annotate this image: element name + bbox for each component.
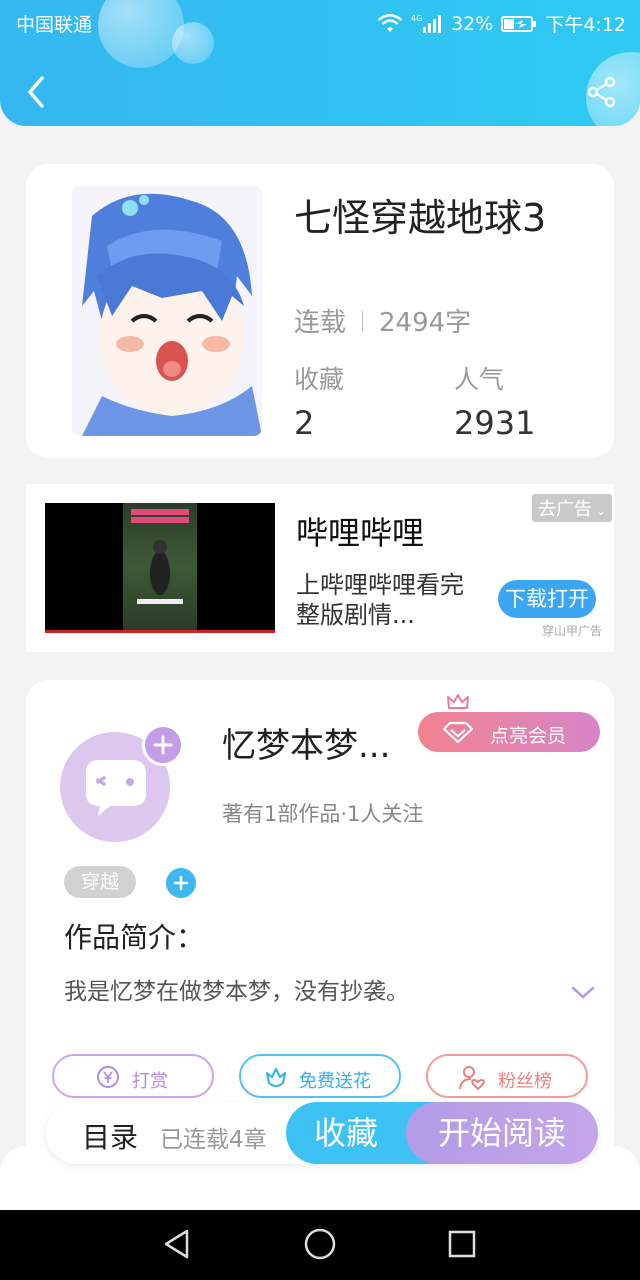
intro-heading: 作品简介：: [64, 921, 205, 954]
svg-text:4G: 4G: [411, 14, 422, 23]
nav-back-icon[interactable]: [162, 1228, 192, 1260]
diamond-icon: [442, 721, 474, 744]
serial-status: 连载: [294, 308, 347, 338]
system-navigation-bar: [0, 1210, 640, 1280]
plus-icon: [153, 735, 173, 755]
tip-label: 打赏: [132, 1071, 168, 1092]
word-count: 2494字: [379, 308, 472, 338]
tip-button[interactable]: 打赏: [52, 1054, 214, 1098]
share-icon: [587, 76, 616, 108]
signal-icon: 4G: [411, 13, 443, 35]
chevron-down-icon: ⌄: [592, 504, 606, 518]
crown-icon: [447, 694, 469, 709]
book-status-line: 连载 2494字: [294, 302, 471, 339]
battery-percent: 32%: [451, 12, 494, 35]
author-name[interactable]: 忆梦本梦...: [222, 718, 390, 767]
chevron-down-icon[interactable]: [570, 984, 596, 1002]
remove-ad-label: 去广告: [538, 499, 592, 520]
status-bar: 中国联通 4G 32% 下午4:12: [0, 0, 640, 44]
vip-label: 点亮会员: [490, 725, 567, 747]
follow-author-button[interactable]: [142, 724, 184, 766]
ad-video-scene: [123, 503, 197, 631]
favorite-label: 收藏: [313, 1114, 378, 1152]
ad-title: 哔哩哔哩: [296, 514, 425, 552]
toc-status: 已连载4章: [160, 1127, 267, 1153]
ad-banner[interactable]: 哔哩哔哩 上哔哩哔哩看完整版剧情... 去广告 ⌄ 下载打开 穿山甲广告: [26, 484, 614, 652]
favorites-label: 收藏: [294, 365, 345, 394]
flower-icon: [266, 1068, 286, 1087]
ad-description: 上哔哩哔哩看完整版剧情...: [296, 571, 464, 629]
ad-download-button[interactable]: 下载打开: [498, 580, 596, 618]
nav-home-icon[interactable]: [303, 1227, 337, 1261]
cover-illustration: [72, 186, 262, 436]
fans-ranking-button[interactable]: 粉丝榜: [426, 1054, 588, 1098]
book-info-card: 七怪穿越地球3 连载 2494字 收藏 人气 2 2931: [26, 164, 614, 458]
remove-ad-button[interactable]: 去广告 ⌄: [532, 494, 612, 522]
popularity-label: 人气: [454, 365, 505, 394]
book-cover[interactable]: [72, 186, 262, 436]
ad-video-progress: [45, 630, 275, 633]
nav-recent-icon[interactable]: [447, 1229, 477, 1259]
ad-video-thumbnail[interactable]: [45, 503, 275, 633]
back-icon: [28, 76, 44, 108]
author-stats: 著有1部作品·1人关注: [222, 802, 424, 826]
popularity-value: 2931: [454, 404, 536, 442]
divider: [362, 310, 364, 331]
battery-icon: [501, 14, 537, 34]
yen-icon: [97, 1066, 119, 1088]
genre-tag[interactable]: 穿越: [64, 866, 136, 898]
favorites-value: 2: [294, 404, 315, 442]
toc-button[interactable]: 目录: [82, 1116, 138, 1156]
book-title: 七怪穿越地球3: [294, 196, 547, 240]
add-tag-button[interactable]: [166, 868, 196, 898]
free-flower-button[interactable]: 免费送花: [239, 1054, 401, 1098]
plus-icon: [173, 875, 189, 891]
fans-ranking-label: 粉丝榜: [498, 1071, 552, 1092]
wifi-icon: [377, 13, 403, 34]
bottom-action-bar: 目录 已连载4章 收藏 开始阅读: [46, 1102, 598, 1164]
vip-button[interactable]: 点亮会员: [418, 712, 600, 752]
user-heart-icon: [459, 1066, 485, 1091]
intro-text: 我是忆梦在做梦本梦，没有抄袭。: [64, 979, 409, 1005]
ad-source-label: 穿山甲广告: [542, 624, 603, 638]
share-button[interactable]: [586, 76, 618, 108]
back-button[interactable]: [20, 72, 52, 112]
carrier-name: 中国联通: [16, 14, 93, 36]
start-reading-button[interactable]: 开始阅读: [406, 1102, 598, 1164]
clock: 下午4:12: [545, 14, 626, 36]
free-flower-label: 免费送花: [299, 1071, 371, 1092]
header: 中国联通 4G 32% 下午4:12: [0, 0, 640, 126]
status-right: 4G 32% 下午4:12: [377, 10, 626, 37]
